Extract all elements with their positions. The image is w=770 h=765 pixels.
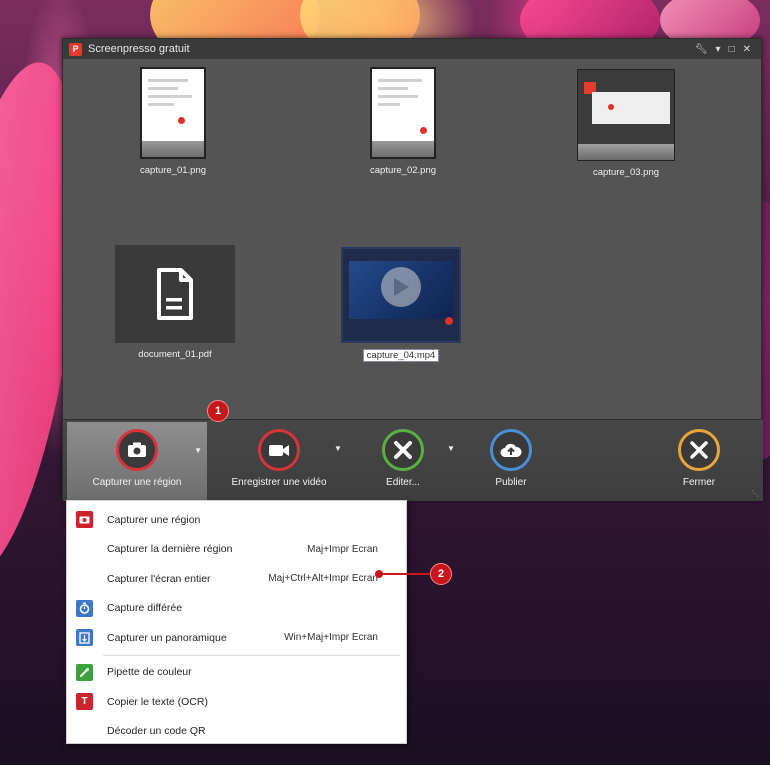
- file-item[interactable]: capture_03.png: [577, 69, 675, 178]
- video-camera-icon: [258, 429, 300, 471]
- file-item[interactable]: capture_01.png: [140, 67, 206, 176]
- chevron-down-icon[interactable]: ▾: [716, 44, 721, 55]
- callout-badge-1: 1: [207, 400, 229, 422]
- edit-button[interactable]: Editer...: [353, 422, 453, 500]
- chevron-down-icon[interactable]: ▼: [334, 444, 342, 453]
- screenshot-thumbnail[interactable]: [140, 67, 207, 159]
- menu-item-capture-last-region[interactable]: Capturer la dernière région Maj+Impr Ecr…: [67, 535, 406, 565]
- publish-label: Publier: [495, 477, 527, 488]
- pdf-thumbnail[interactable]: [115, 245, 235, 343]
- tools-icon: [382, 429, 424, 471]
- chevron-down-icon[interactable]: ▼: [447, 444, 455, 453]
- title-bar[interactable]: P Screenpresso gratuit 🔧︎ ▾ □ ✕: [63, 39, 761, 59]
- file-name[interactable]: capture_03.png: [593, 167, 659, 178]
- close-x-icon: [678, 429, 720, 471]
- close-button[interactable]: Fermer: [649, 422, 749, 500]
- screenshot-thumbnail[interactable]: [370, 67, 437, 159]
- menu-item-label: Capturer l'écran entier: [107, 572, 211, 585]
- capture-region-button[interactable]: Capturer une région ▼: [67, 422, 207, 500]
- file-item[interactable]: capture_02.png: [370, 67, 436, 176]
- menu-item-copy-text-ocr[interactable]: T Copier le texte (OCR): [67, 687, 406, 717]
- edit-label: Editer...: [386, 477, 420, 488]
- settings-wrench-icon[interactable]: 🔧︎: [695, 44, 708, 55]
- app-logo-icon: P: [69, 42, 82, 56]
- eyedropper-icon: [76, 663, 93, 681]
- file-name[interactable]: capture_01.png: [140, 165, 206, 176]
- menu-item-label: Pipette de couleur: [107, 666, 192, 679]
- menu-item-capture-full-screen[interactable]: Capturer l'écran entier Maj+Ctrl+Alt+Imp…: [67, 564, 406, 594]
- shortcut-text: Maj+Impr Ecran: [307, 543, 378, 555]
- shortcut-text: Win+Maj+Impr Ecran: [284, 632, 378, 644]
- menu-item-decode-qr[interactable]: Décoder un code QR: [67, 717, 406, 747]
- timer-icon: [76, 599, 93, 617]
- panorama-icon: [76, 629, 93, 646]
- video-thumbnail[interactable]: [341, 247, 461, 343]
- capture-region-label: Capturer une région: [92, 477, 182, 488]
- menu-item-label: Capturer un panoramique: [107, 631, 227, 644]
- window-title: Screenpresso gratuit: [88, 43, 190, 55]
- callout-badge-2: 2: [430, 563, 452, 585]
- cloud-upload-icon: [490, 429, 532, 471]
- file-name[interactable]: document_01.pdf: [138, 349, 211, 360]
- menu-item-label: Capturer la dernière région: [107, 543, 233, 556]
- menu-separator: [103, 654, 400, 656]
- publish-button[interactable]: Publier: [461, 422, 561, 500]
- file-item[interactable]: capture_04.mp4: [341, 247, 461, 362]
- window-controls: 🔧︎ ▾ □ ✕: [695, 44, 761, 55]
- chevron-down-icon[interactable]: ▼: [194, 446, 202, 455]
- screenshot-thumbnail[interactable]: [577, 69, 675, 161]
- menu-item-label: Capturer une région: [107, 513, 201, 526]
- menu-item-delayed-capture[interactable]: Capture différée: [67, 594, 406, 624]
- file-item[interactable]: document_01.pdf: [115, 245, 235, 360]
- record-video-label: Enregistrer une vidéo: [231, 477, 327, 488]
- record-video-button[interactable]: Enregistrer une vidéo: [209, 422, 349, 500]
- camera-icon: [76, 511, 93, 528]
- menu-item-color-picker[interactable]: Pipette de couleur: [67, 658, 406, 688]
- maximize-icon[interactable]: □: [729, 44, 735, 55]
- close-label: Fermer: [682, 477, 716, 488]
- action-toolbar: Capturer une région ▼ Enregistrer une vi…: [63, 419, 763, 501]
- file-gallery: capture_01.png capture_02.png capture_03: [63, 59, 763, 419]
- menu-item-label: Décoder un code QR: [107, 725, 206, 738]
- resize-grip-icon[interactable]: ⋱: [751, 489, 759, 498]
- play-icon: [381, 267, 421, 307]
- capture-dropdown-menu: Capturer une région Capturer la dernière…: [66, 500, 407, 744]
- file-name[interactable]: capture_02.png: [370, 165, 436, 176]
- menu-item-capture-region[interactable]: Capturer une région: [67, 505, 406, 535]
- screenpresso-window: P Screenpresso gratuit 🔧︎ ▾ □ ✕ capture_…: [62, 38, 763, 501]
- menu-item-label: Capture différée: [107, 602, 183, 615]
- callout-pointer-line: [378, 573, 430, 575]
- menu-item-capture-panorama[interactable]: Capturer un panoramique Win+Maj+Impr Ecr…: [67, 623, 406, 653]
- menu-item-label: Copier le texte (OCR): [107, 695, 208, 708]
- close-icon[interactable]: ✕: [743, 44, 751, 55]
- document-icon: [157, 268, 193, 320]
- camera-icon: [116, 429, 158, 471]
- file-name-selected[interactable]: capture_04.mp4: [362, 349, 440, 362]
- text-ocr-icon: T: [76, 693, 93, 710]
